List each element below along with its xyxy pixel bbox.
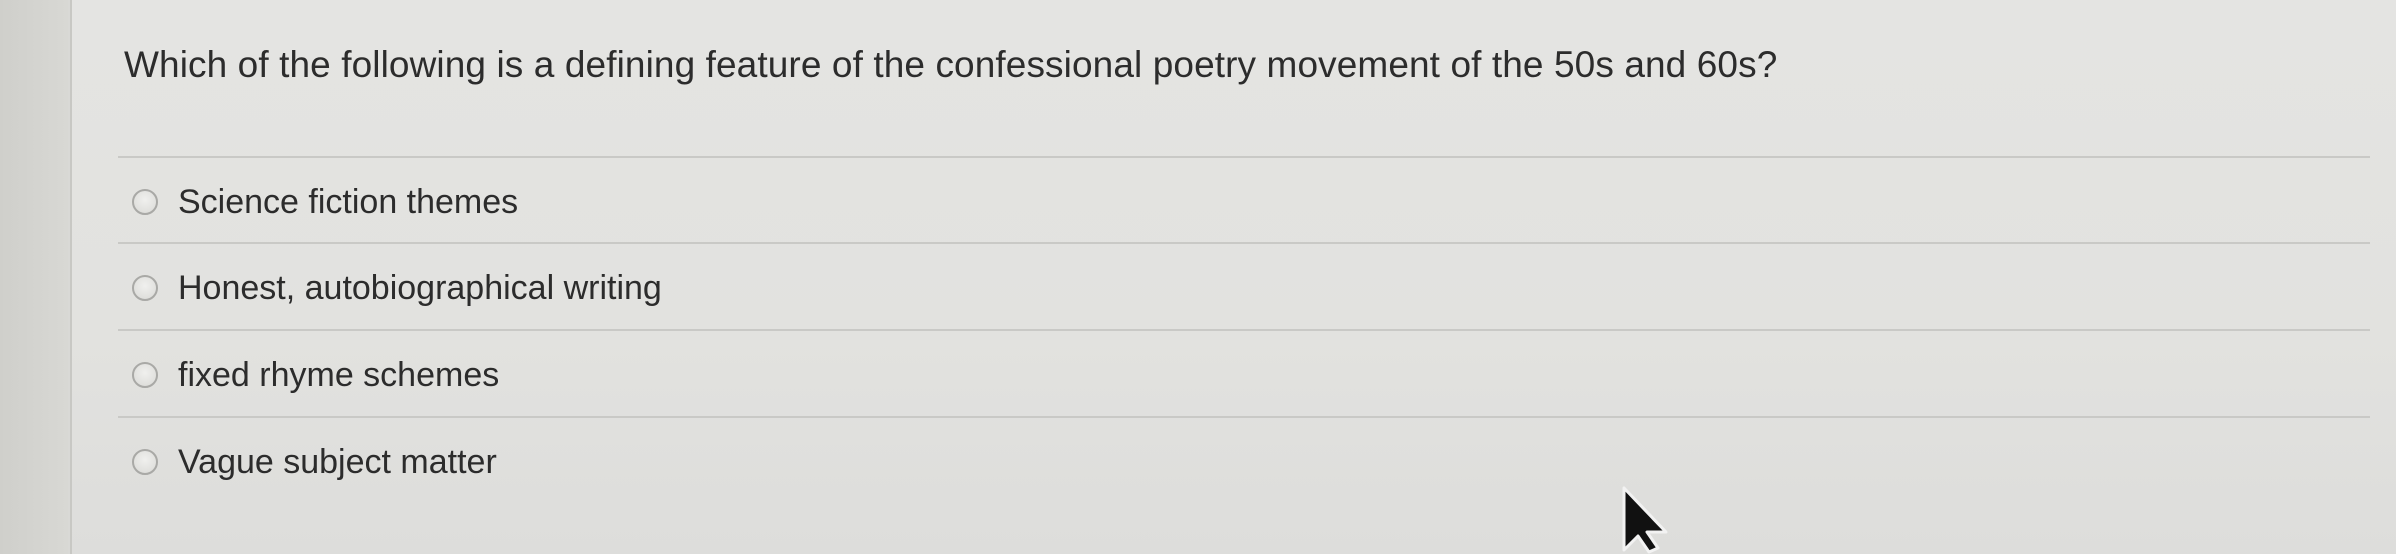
option-divider [118,242,2370,244]
option-honest-autobiographical[interactable]: Honest, autobiographical writing [132,260,662,316]
radio-button-icon[interactable] [132,275,158,301]
option-fixed-rhyme[interactable]: fixed rhyme schemes [132,347,499,403]
option-vague-subject[interactable]: Vague subject matter [132,434,497,490]
option-label: Honest, autobiographical writing [178,268,662,307]
option-science-fiction[interactable]: Science fiction themes [132,174,518,230]
question-text: Which of the following is a defining fea… [124,44,1778,85]
option-label: Science fiction themes [178,182,519,221]
question-divider [118,156,2370,158]
left-margin [0,0,68,554]
option-label: fixed rhyme schemes [178,355,500,394]
option-divider [118,329,2370,331]
radio-button-icon[interactable] [132,362,158,388]
radio-button-icon[interactable] [132,189,158,215]
mouse-pointer-icon [1622,486,1668,554]
radio-button-icon[interactable] [132,449,158,475]
option-divider [118,416,2370,418]
option-label: Vague subject matter [178,442,497,481]
